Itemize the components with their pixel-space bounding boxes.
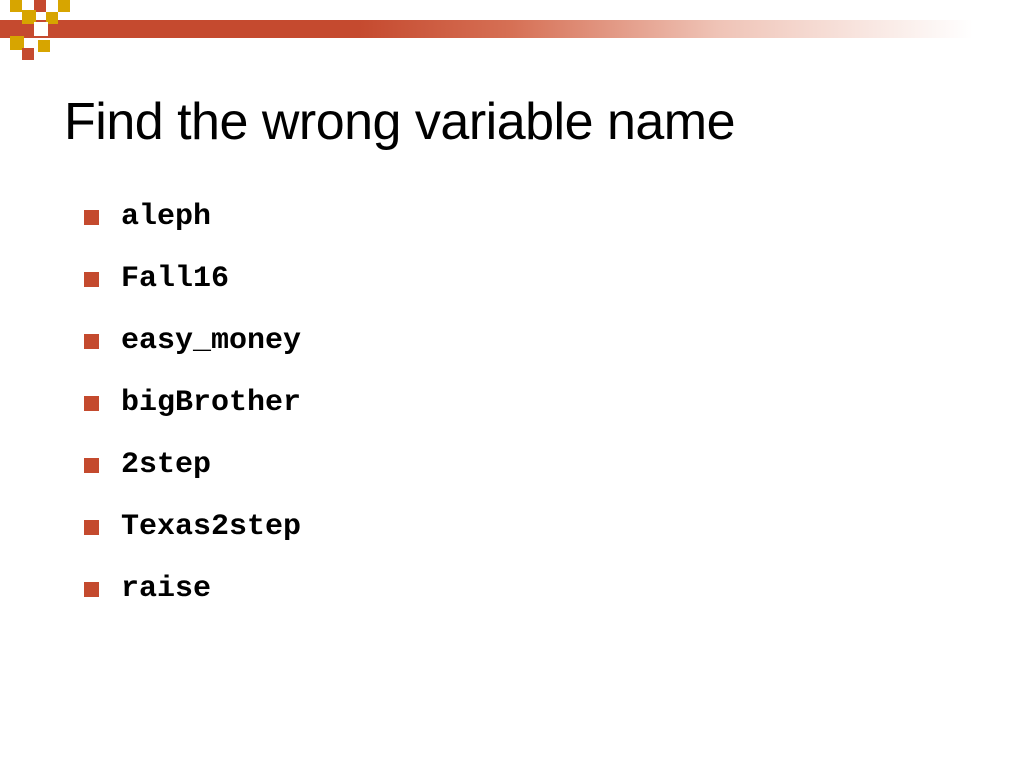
- list-item-label: easy_money: [121, 324, 301, 358]
- list-item: Fall16: [84, 262, 301, 296]
- bullet-icon: [84, 458, 99, 473]
- bullet-icon: [84, 272, 99, 287]
- list-item-label: Texas2step: [121, 510, 301, 544]
- bullet-icon: [84, 334, 99, 349]
- list-item: raise: [84, 572, 301, 606]
- slide-title: Find the wrong variable name: [64, 92, 735, 152]
- bullet-icon: [84, 210, 99, 225]
- bullet-icon: [84, 520, 99, 535]
- list-item: aleph: [84, 200, 301, 234]
- bullet-icon: [84, 396, 99, 411]
- list-item-label: aleph: [121, 200, 211, 234]
- list-item: bigBrother: [84, 386, 301, 420]
- header-bar: [0, 20, 1024, 38]
- list-item-label: bigBrother: [121, 386, 301, 420]
- list-item: easy_money: [84, 324, 301, 358]
- list-item: Texas2step: [84, 510, 301, 544]
- list-item-label: 2step: [121, 448, 211, 482]
- bullet-icon: [84, 582, 99, 597]
- list-item-label: raise: [121, 572, 211, 606]
- variable-list: aleph Fall16 easy_money bigBrother 2step…: [84, 200, 301, 634]
- pixel-decoration: [0, 0, 80, 58]
- list-item: 2step: [84, 448, 301, 482]
- list-item-label: Fall16: [121, 262, 229, 296]
